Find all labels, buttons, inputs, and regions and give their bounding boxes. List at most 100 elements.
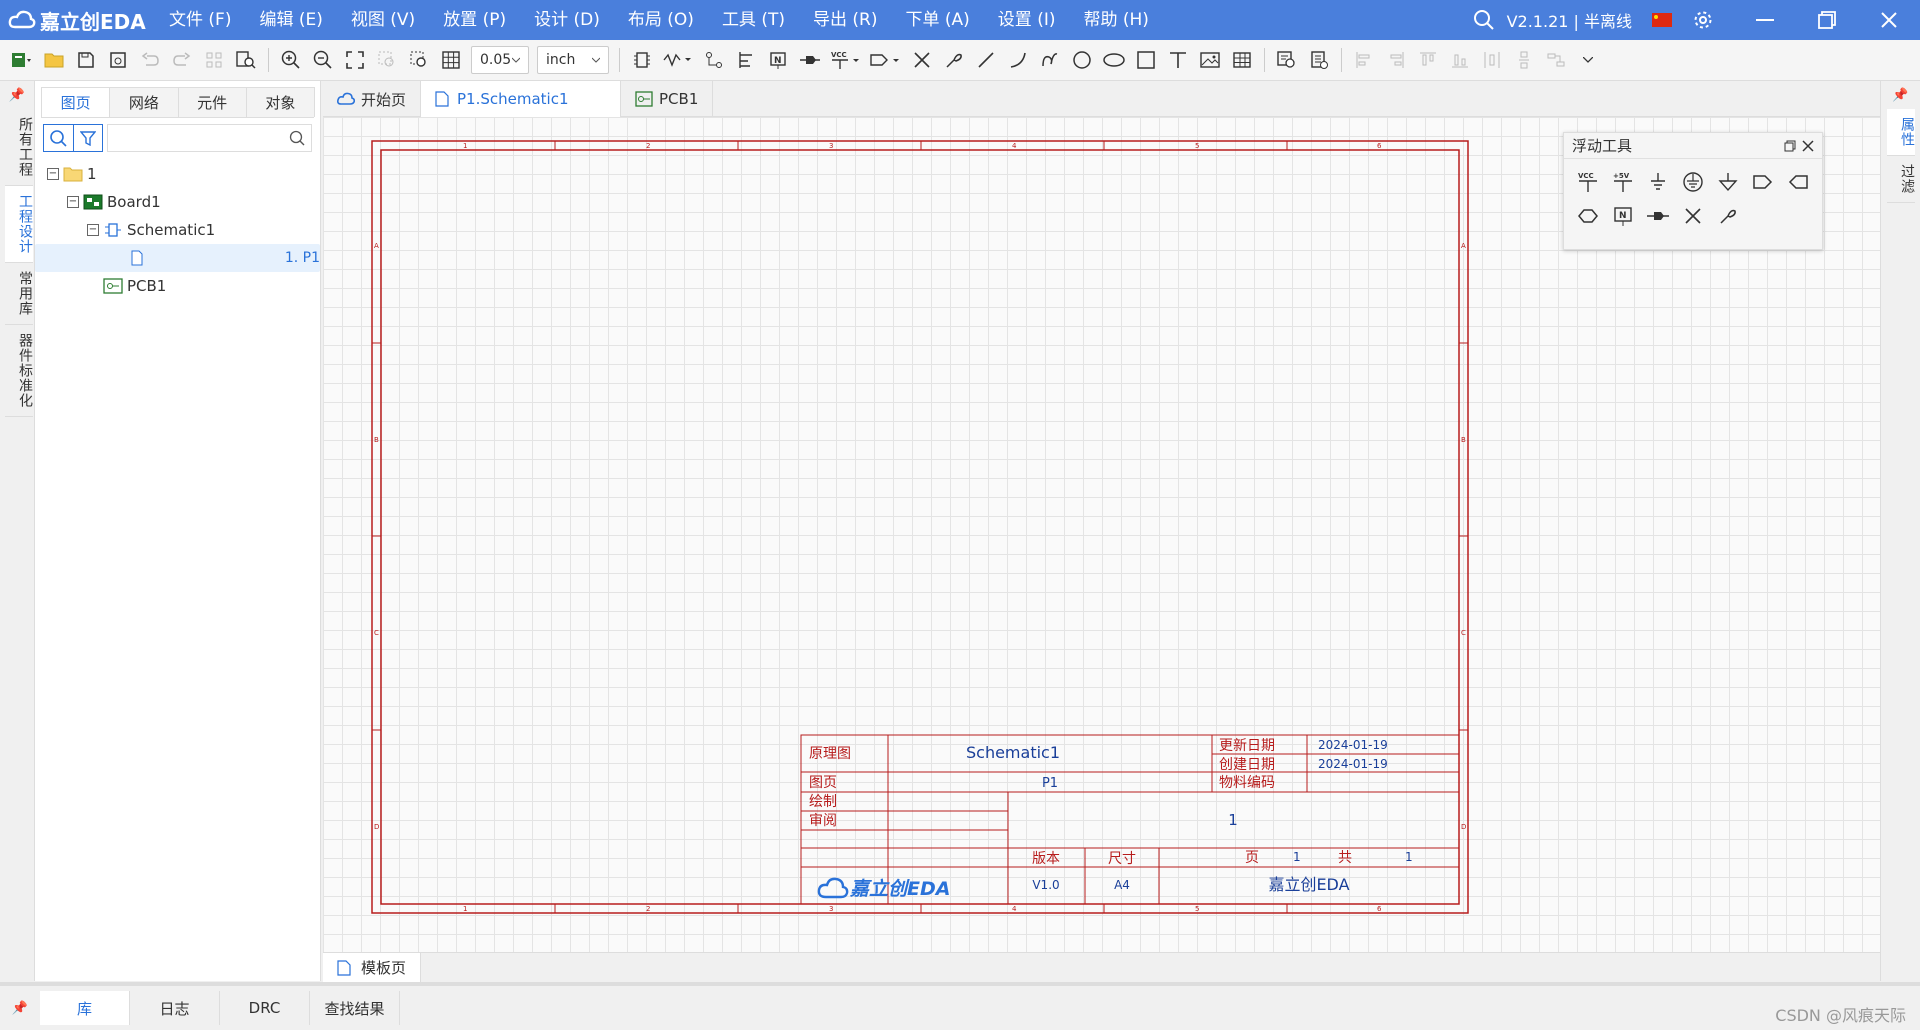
tree-item-board[interactable]: − Board1	[35, 188, 320, 216]
rectangle-icon[interactable]	[1130, 44, 1162, 76]
tab-objects[interactable]: 对象	[245, 87, 315, 117]
part-manager-icon[interactable]	[1271, 44, 1303, 76]
plus5v-icon[interactable]: +5V	[1605, 165, 1640, 199]
tab-nets[interactable]: 网络	[109, 87, 179, 117]
image-icon[interactable]	[1194, 44, 1226, 76]
vtab-properties[interactable]: 属性	[1887, 109, 1915, 156]
zoom-in-icon[interactable]	[275, 44, 307, 76]
open-folder-icon[interactable]	[38, 44, 70, 76]
ellipse-icon[interactable]	[1098, 44, 1130, 76]
net-flag-bidir-icon[interactable]	[1570, 199, 1605, 233]
filter-icon[interactable]	[72, 125, 103, 151]
tab-components[interactable]: 元件	[177, 87, 247, 117]
tree-item-pcb[interactable]: PCB1	[35, 272, 320, 300]
net-flag-in-icon[interactable]	[1780, 165, 1815, 199]
status-tab-find-results[interactable]: 查找结果	[310, 991, 400, 1025]
table-icon[interactable]	[1226, 44, 1258, 76]
align-bottom-icon[interactable]	[1444, 44, 1476, 76]
search-icon[interactable]	[1473, 9, 1495, 31]
save-all-icon[interactable]	[102, 44, 134, 76]
redo-icon[interactable]	[166, 44, 198, 76]
pin-icon[interactable]: 📌	[0, 994, 40, 1022]
probe-icon[interactable]	[1710, 199, 1745, 233]
net-label-icon[interactable]: N	[762, 44, 794, 76]
doc-tab-pcb[interactable]: PCB1	[621, 81, 714, 117]
minimize-button[interactable]	[1734, 0, 1796, 40]
close-icon[interactable]	[1802, 139, 1814, 152]
save-icon[interactable]	[70, 44, 102, 76]
doc-tab-start[interactable]: 开始页	[323, 81, 422, 117]
find-icon[interactable]	[230, 44, 262, 76]
menu-export[interactable]: 导出 (R)	[799, 0, 891, 40]
collapse-icon[interactable]: −	[47, 168, 59, 180]
vtab-common-library[interactable]: 常用库	[5, 263, 33, 325]
menu-order[interactable]: 下单 (A)	[891, 0, 983, 40]
status-tab-library[interactable]: 库	[40, 991, 130, 1025]
menu-layout[interactable]: 布局 (O)	[614, 0, 708, 40]
china-flag-icon[interactable]	[1652, 13, 1672, 27]
settings-gear-icon[interactable]	[1672, 0, 1734, 40]
template-page-tab[interactable]: 模板页	[323, 953, 422, 982]
probe-icon[interactable]	[938, 44, 970, 76]
restore-button[interactable]	[1796, 0, 1858, 40]
no-connect-icon[interactable]	[1675, 199, 1710, 233]
circle-icon[interactable]	[1066, 44, 1098, 76]
menu-help[interactable]: 帮助 (H)	[1069, 0, 1162, 40]
analog-ground-icon[interactable]	[1675, 165, 1710, 199]
line-icon[interactable]	[970, 44, 1002, 76]
menu-place[interactable]: 放置 (P)	[429, 0, 520, 40]
vtab-filter[interactable]: 过滤	[1887, 156, 1915, 203]
menu-edit[interactable]: 编辑 (E)	[245, 0, 336, 40]
net-flag-out-icon[interactable]	[1745, 165, 1780, 199]
vtab-project-design[interactable]: 工程设计	[5, 186, 33, 263]
doc-tab-schematic[interactable]: P1.Schematic1	[421, 81, 622, 117]
vcc-icon[interactable]: VCC	[826, 44, 866, 76]
pin-icon[interactable]: 📌	[1881, 81, 1920, 109]
distribute-h-icon[interactable]	[1476, 44, 1508, 76]
grid-size-select[interactable]: 0.05	[471, 46, 529, 74]
undo-icon[interactable]	[134, 44, 166, 76]
menu-view[interactable]: 视图 (V)	[337, 0, 429, 40]
collapse-icon[interactable]: −	[87, 224, 99, 236]
menu-file[interactable]: 文件 (F)	[155, 0, 245, 40]
bezier-icon[interactable]	[1034, 44, 1066, 76]
vtab-part-standardization[interactable]: 器件标准化	[5, 325, 33, 417]
close-window-button[interactable]	[1858, 0, 1920, 40]
wire-icon[interactable]	[658, 44, 698, 76]
align-right-icon[interactable]	[1380, 44, 1412, 76]
zoom-selected-icon[interactable]	[371, 44, 403, 76]
net-flag-icon[interactable]	[866, 44, 906, 76]
menu-settings[interactable]: 设置 (I)	[984, 0, 1070, 40]
vtab-all-projects[interactable]: 所有工程	[5, 109, 33, 186]
bom-icon[interactable]	[1303, 44, 1335, 76]
tree-item-schematic[interactable]: − Schematic1	[35, 216, 320, 244]
tree-item-sheet-p1[interactable]: 1. P1	[35, 244, 320, 272]
bus-entry-icon[interactable]	[730, 44, 762, 76]
vcc-icon[interactable]: VCC	[1570, 165, 1605, 199]
popout-icon[interactable]	[1784, 140, 1796, 152]
earth-ground-icon[interactable]	[1710, 165, 1745, 199]
pin-icon[interactable]: 📌	[0, 81, 34, 109]
tree-item-project[interactable]: − 1	[35, 160, 320, 188]
net-port-icon[interactable]	[794, 44, 826, 76]
no-connect-icon[interactable]	[906, 44, 938, 76]
status-tab-drc[interactable]: DRC	[220, 991, 310, 1025]
grid-icon[interactable]	[435, 44, 467, 76]
search-icon[interactable]	[44, 125, 73, 151]
menu-design[interactable]: 设计 (D)	[520, 0, 614, 40]
new-project-icon[interactable]	[6, 44, 38, 76]
text-icon[interactable]	[1162, 44, 1194, 76]
status-tab-log[interactable]: 日志	[130, 991, 220, 1025]
more-chevron-icon[interactable]	[1572, 44, 1604, 76]
net-port-icon[interactable]	[1640, 199, 1675, 233]
group-icon[interactable]	[198, 44, 230, 76]
menu-tools[interactable]: 工具 (T)	[708, 0, 799, 40]
arc-icon[interactable]	[1002, 44, 1034, 76]
component-icon[interactable]	[626, 44, 658, 76]
bus-icon[interactable]	[698, 44, 730, 76]
zoom-out-icon[interactable]	[307, 44, 339, 76]
collapse-icon[interactable]: −	[67, 196, 79, 208]
align-left-icon[interactable]	[1348, 44, 1380, 76]
tab-sheets[interactable]: 图页	[41, 87, 111, 117]
zoom-area-icon[interactable]	[403, 44, 435, 76]
